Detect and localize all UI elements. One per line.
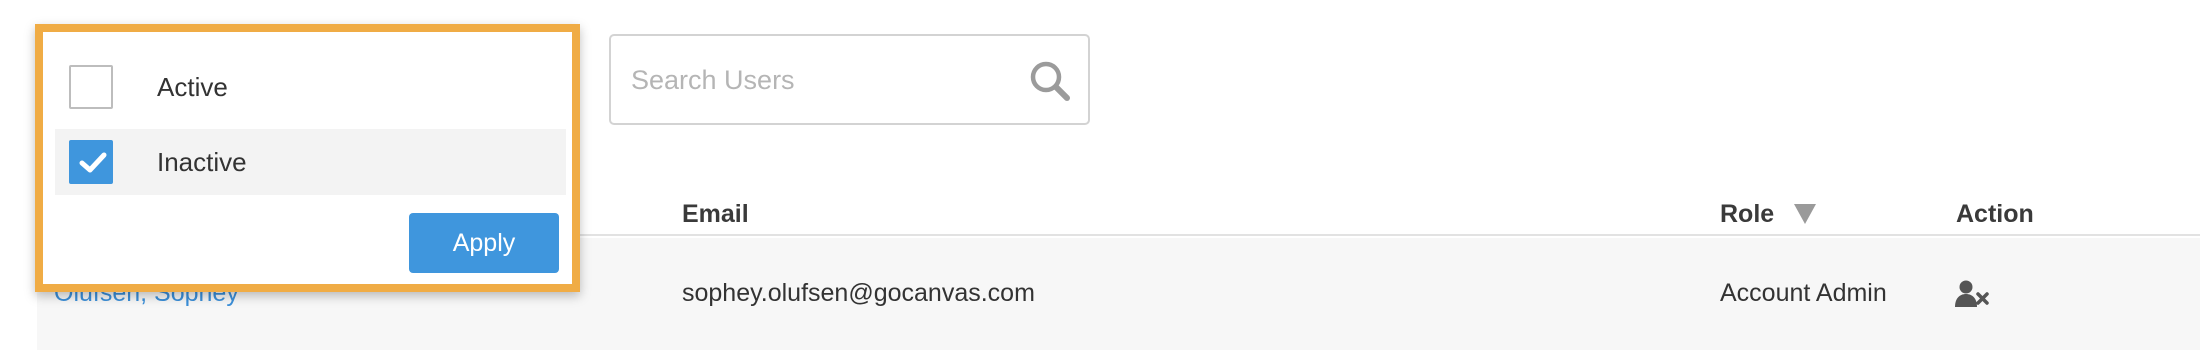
filter-option-active-label: Active [157,71,228,102]
column-header-action-label: Action [1956,200,2034,228]
users-page: Email Role Action Olufsen, Sophey sophey… [0,0,2200,350]
filter-option-inactive-label: Inactive [157,146,247,177]
checkmark-icon [79,152,107,173]
sort-down-icon[interactable] [1794,204,1817,224]
column-header-email-label: Email [682,200,749,228]
column-header-action: Action [1956,184,2034,244]
column-header-role-label: Role [1720,200,1775,228]
filter-option-inactive[interactable]: Inactive [55,129,566,195]
search-box[interactable] [609,34,1090,125]
apply-button[interactable]: Apply [409,213,559,273]
column-header-role[interactable]: Role [1720,184,1817,244]
inactive-checkbox[interactable] [69,140,113,184]
search-icon[interactable] [1027,58,1073,104]
remove-user-icon[interactable] [1955,280,1989,308]
column-header-email[interactable]: Email [682,184,749,244]
filter-option-active[interactable]: Active [55,54,566,120]
status-filter-panel: Active Inactive Apply [35,24,580,292]
user-role: Account Admin [1720,279,1887,307]
active-checkbox[interactable] [69,65,113,109]
user-email: sophey.olufsen@gocanvas.com [682,279,1035,307]
search-input[interactable] [631,58,1011,102]
